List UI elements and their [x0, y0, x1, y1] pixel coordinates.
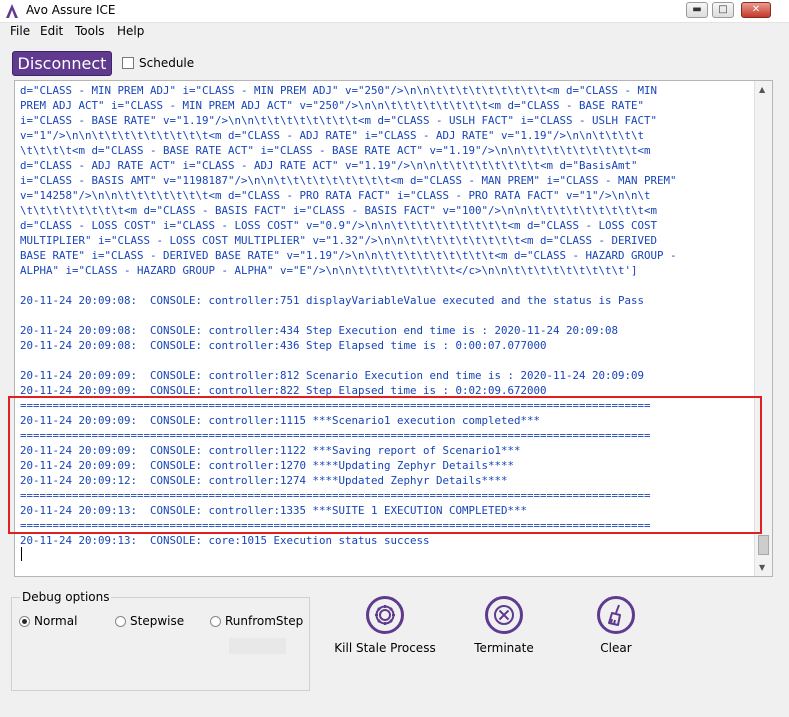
console-line: 20-11-24 20:09:13: CONSOLE: core:1015 Ex…: [20, 534, 430, 547]
scroll-up-icon[interactable]: ▲: [759, 85, 765, 94]
console-line: MULTIPLIER" i="CLASS - LOSS COST MULTIPL…: [20, 234, 658, 247]
scroll-thumb[interactable]: [758, 535, 769, 555]
console-line: d="CLASS - ADJ RATE ACT" i="CLASS - ADJ …: [20, 159, 638, 172]
menu-edit[interactable]: Edit: [40, 24, 63, 38]
console-line: ALPHA" i="CLASS - HAZARD GROUP - ALPHA" …: [20, 264, 638, 277]
console-line: 20-11-24 20:09:08: CONSOLE: controller:7…: [20, 294, 645, 307]
menu-help[interactable]: Help: [117, 24, 144, 38]
console-line: PREM ADJ ACT" i="CLASS - MIN PREM ADJ AC…: [20, 99, 645, 112]
console-line: v="1"/>\n\n\t\t\t\t\t\t\t\t\t<m d="CLASS…: [20, 129, 645, 142]
console-scrollbar[interactable]: ▲ ▼: [754, 81, 772, 576]
menu-bar: File Edit Tools Help: [0, 23, 789, 41]
console-line: 20-11-24 20:09:08: CONSOLE: controller:4…: [20, 324, 619, 337]
radio-stepwise-label: Stepwise: [130, 614, 185, 628]
minimize-button[interactable]: ▬: [686, 2, 708, 18]
avo-logo-icon: [4, 3, 20, 19]
console-line: ========================================…: [20, 399, 651, 412]
close-button[interactable]: ✕: [741, 2, 771, 18]
clear-button[interactable]: Clear: [561, 596, 671, 660]
console-line: 20-11-24 20:09:09: CONSOLE: controller:1…: [20, 459, 515, 472]
radio-runfromstep[interactable]: [210, 616, 221, 627]
debug-options-legend: Debug options: [20, 590, 112, 604]
console-line: 20-11-24 20:09:08: CONSOLE: controller:4…: [20, 339, 547, 352]
radio-normal-label: Normal: [34, 614, 78, 628]
radio-stepwise[interactable]: [115, 616, 126, 627]
menu-tools[interactable]: Tools: [75, 24, 105, 38]
menu-file[interactable]: File: [10, 24, 30, 38]
console-line: \t\t\t\t<m d="CLASS - BASE RATE ACT" i="…: [20, 144, 651, 157]
console-line: 20-11-24 20:09:12: CONSOLE: controller:1…: [20, 474, 508, 487]
kill-stale-process-button[interactable]: Kill Stale Process: [330, 596, 440, 660]
console-line: d="CLASS - MIN PREM ADJ" i="CLASS - MIN …: [20, 84, 658, 97]
schedule-label: Schedule: [139, 56, 195, 70]
terminate-label: Terminate: [474, 641, 534, 655]
console-line: i="CLASS - BASIS AMT" v="1198187"/>\n\n\…: [20, 174, 677, 187]
text-cursor: [21, 547, 22, 561]
console-line: 20-11-24 20:09:09: CONSOLE: controller:8…: [20, 369, 645, 382]
console-line: d="CLASS - LOSS COST" i="CLASS - LOSS CO…: [20, 219, 658, 232]
radio-normal[interactable]: [19, 616, 30, 627]
maximize-button[interactable]: □: [712, 2, 734, 18]
console-line: 20-11-24 20:09:09: CONSOLE: controller:8…: [20, 384, 547, 397]
disconnect-button[interactable]: Disconnect: [12, 51, 112, 76]
console-line: 20-11-24 20:09:09: CONSOLE: controller:1…: [20, 444, 521, 457]
console-line: ========================================…: [20, 519, 651, 532]
cancel-circle-icon: [485, 596, 523, 634]
title-bar: Avo Assure ICE ▬ □ ✕: [0, 0, 789, 23]
console-line: 20-11-24 20:09:09: CONSOLE: controller:1…: [20, 414, 541, 427]
window-title: Avo Assure ICE: [26, 3, 116, 17]
console-line: ========================================…: [20, 489, 651, 502]
console-line: v="14258"/>\n\n\t\t\t\t\t\t\t<m d="CLASS…: [20, 189, 651, 202]
kill-stale-process-label: Kill Stale Process: [334, 641, 436, 655]
console-line: ========================================…: [20, 429, 651, 442]
radio-runfromstep-label: RunfromStep: [225, 614, 304, 628]
terminate-button[interactable]: Terminate: [449, 596, 559, 660]
step-number-input[interactable]: [229, 638, 286, 654]
clear-label: Clear: [600, 641, 632, 655]
scroll-down-icon[interactable]: ▼: [759, 563, 765, 572]
console-line: \t\t\t\t\t\t\t\t<m d="CLASS - BASIS FACT…: [20, 204, 658, 217]
schedule-checkbox[interactable]: [122, 57, 134, 69]
console-log: d="CLASS - MIN PREM ADJ" i="CLASS - MIN …: [20, 83, 748, 548]
console-line: 20-11-24 20:09:13: CONSOLE: controller:1…: [20, 504, 528, 517]
gear-icon: [366, 596, 404, 634]
broom-icon: [597, 596, 635, 634]
console-line: BASE RATE" i="CLASS - DERIVED BASE RATE"…: [20, 249, 677, 262]
console-line: i="CLASS - BASE RATE" v="1.19"/>\n\n\t\t…: [20, 114, 658, 127]
console-output[interactable]: d="CLASS - MIN PREM ADJ" i="CLASS - MIN …: [14, 80, 773, 577]
